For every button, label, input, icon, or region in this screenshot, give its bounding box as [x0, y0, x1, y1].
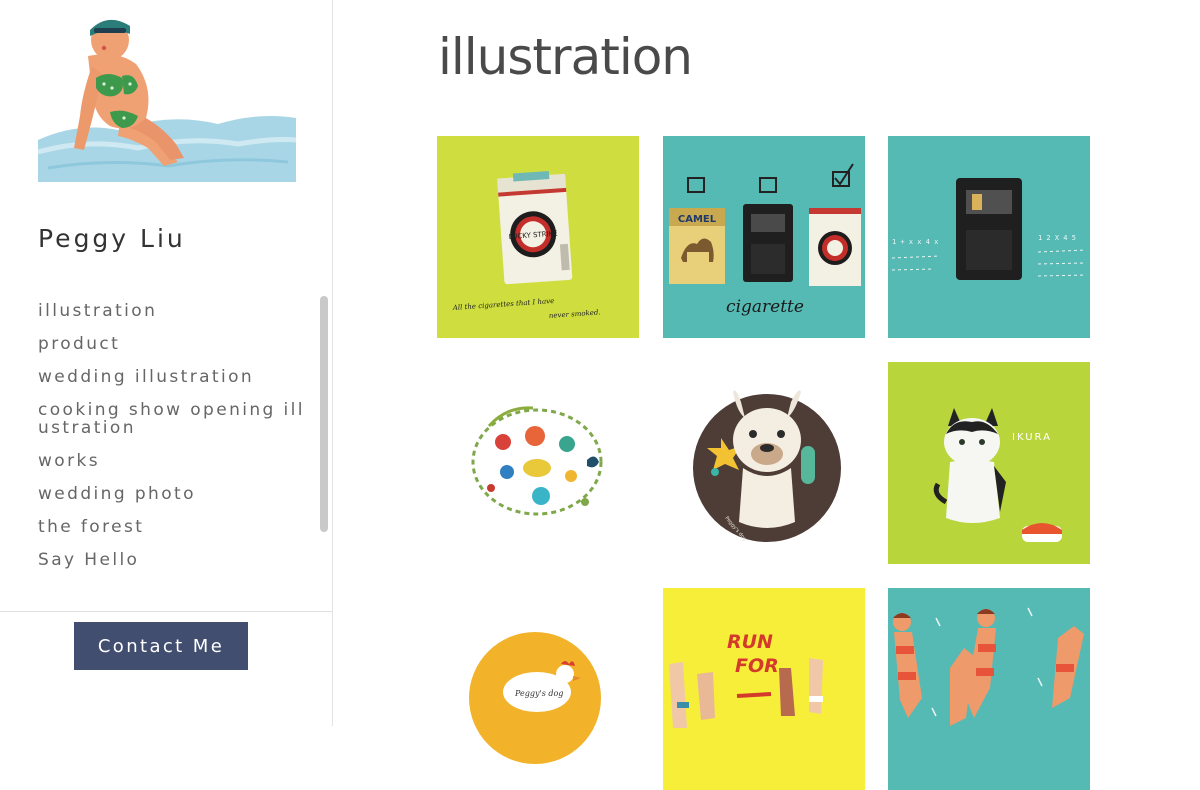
- camel-brand-text: CAMEL: [678, 214, 717, 225]
- handwritten-notes-left: 1 + x x 4 x: [892, 238, 938, 246]
- gallery-tile-run-for[interactable]: RUN FOR: [663, 588, 865, 790]
- page-title: illustration: [438, 28, 693, 86]
- site-name[interactable]: Peggy Liu: [38, 224, 186, 253]
- nav-item-product[interactable]: product: [38, 335, 318, 353]
- run-text: RUN: [727, 631, 773, 653]
- for-text: FOR: [735, 655, 779, 677]
- gallery-tile-chicken[interactable]: Peggy's dog: [437, 588, 639, 790]
- sidebar-divider: [0, 611, 332, 612]
- chicken-tag-text: Peggy's dog: [514, 689, 563, 698]
- gallery-tile-french-bulldog[interactable]: Peggy's dog: [663, 362, 865, 564]
- main-nav: illustration product wedding illustratio…: [38, 302, 318, 584]
- nav-item-the-forest[interactable]: the forest: [38, 518, 318, 536]
- swimmer-illustration: [37, 12, 297, 184]
- gallery-tile-ikura-cat[interactable]: IKURA: [888, 362, 1090, 564]
- handwritten-notes-right: 1 2 X 4 5: [1038, 234, 1076, 242]
- tile-caption-cigarette: cigarette: [726, 297, 804, 317]
- nav-item-cooking-show[interactable]: cooking show opening illustration: [38, 401, 318, 437]
- gallery-tile-lucky-strike[interactable]: LUCKY STRIKE All the cigarettes that I h…: [437, 136, 639, 338]
- sidebar-scrollbar[interactable]: [320, 296, 328, 532]
- gallery-tile-dark-pack[interactable]: 1 + x x 4 x 1 2 X 4 5: [888, 136, 1090, 338]
- nav-item-say-hello[interactable]: Say Hello: [38, 551, 318, 569]
- cat-name-text: IKURA: [1012, 432, 1052, 443]
- nav-item-works[interactable]: works: [38, 452, 318, 470]
- gallery-tile-flower-wreath[interactable]: [437, 362, 639, 564]
- sidebar: Peggy Liu illustration product wedding i…: [0, 0, 333, 726]
- nav-item-illustration[interactable]: illustration: [38, 302, 318, 320]
- nav-item-wedding-photo[interactable]: wedding photo: [38, 485, 318, 503]
- gallery-tile-swimmers[interactable]: [888, 588, 1090, 790]
- nav-item-wedding-illustration[interactable]: wedding illustration: [38, 368, 318, 386]
- contact-me-button[interactable]: Contact Me: [74, 622, 248, 670]
- gallery-tile-cigarette[interactable]: CAMEL cigarette: [663, 136, 865, 338]
